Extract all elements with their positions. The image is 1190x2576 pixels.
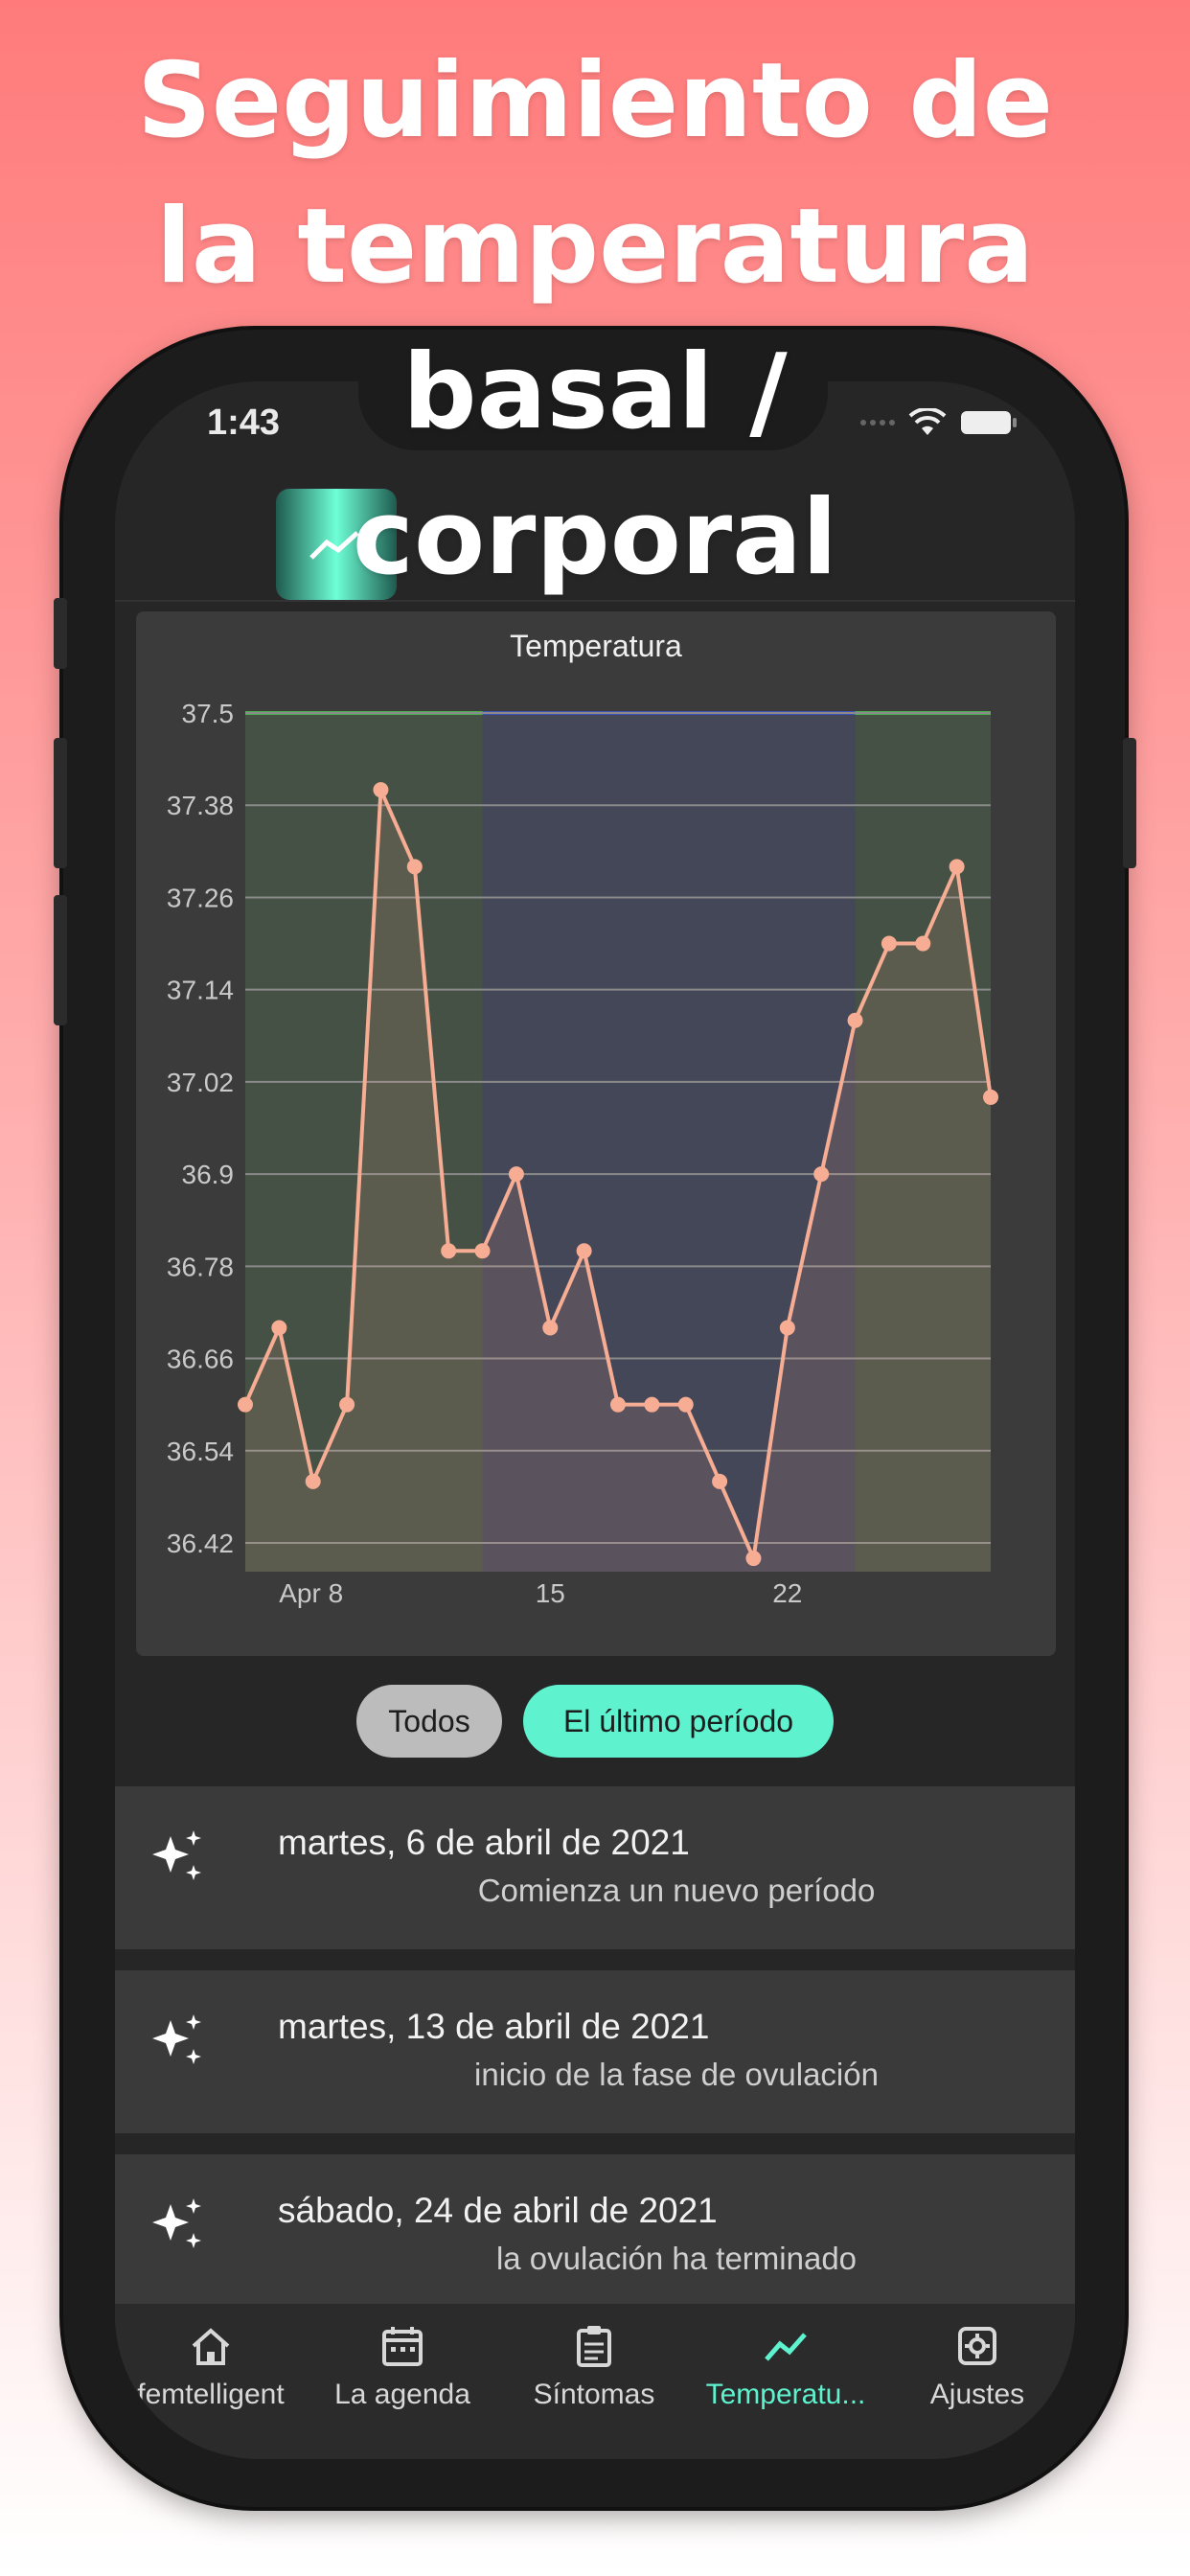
temperature-point	[373, 782, 389, 798]
temperature-point	[339, 1396, 355, 1413]
filter-last-period-button[interactable]: El último período	[523, 1685, 834, 1758]
temperature-point	[983, 1089, 998, 1105]
event-description: la ovulación ha terminado	[495, 2241, 858, 2276]
temperature-point	[542, 1320, 559, 1336]
list-item[interactable]: martes, 13 de abril de 2021 inicio de la…	[115, 1970, 1075, 2133]
temperature-point	[406, 859, 423, 875]
temperature-point	[712, 1473, 728, 1489]
event-description: inicio de la fase de ovulación	[474, 2057, 879, 2092]
phone-volume-up	[54, 738, 67, 868]
temperature-point	[576, 1243, 592, 1259]
temperature-point	[847, 1012, 863, 1028]
y-tick-label: 37.5	[182, 699, 235, 728]
y-tick-label: 37.26	[167, 883, 234, 912]
temperature-point	[915, 935, 931, 952]
nav-agenda[interactable]: La agenda	[307, 2323, 498, 2411]
temperature-point	[441, 1243, 457, 1259]
y-tick-label: 36.54	[167, 1437, 234, 1466]
phone-power-button	[1123, 738, 1136, 868]
nav-label: Temperatu...	[705, 2379, 866, 2410]
temperature-point	[305, 1473, 321, 1489]
app-screen: 1:43 Temperatura 37.5 37.38 37.26 37.14 37.0…	[115, 381, 1075, 2459]
temperature-point	[949, 859, 965, 875]
temperature-chart: 37.5 37.38 37.26 37.14 37.02 36.9 36.78 36.66 36…	[167, 699, 998, 1608]
bottom-navigation: femtelligent La agenda Síntomas Temperat…	[115, 2304, 1075, 2459]
gear-icon	[958, 2327, 996, 2365]
x-tick-label: Apr 8	[279, 1578, 343, 1608]
headline-line-1: Seguimiento de	[137, 41, 1053, 161]
event-description: Comienza un nuevo período	[477, 1873, 876, 1908]
temperature-point	[813, 1166, 830, 1183]
calendar-icon	[382, 2327, 423, 2366]
promo-headline: Seguimiento de la temperatura basal / co…	[0, 29, 1190, 611]
event-date: sábado, 24 de abril de 2021	[278, 2191, 718, 2230]
temperature-point	[610, 1396, 626, 1413]
headline-line-3: basal /	[402, 333, 788, 452]
nav-label: Ajustes	[929, 2379, 1025, 2410]
nav-label: femtelligent	[137, 2379, 285, 2410]
temperature-point	[677, 1396, 694, 1413]
phone-volume-down	[54, 895, 67, 1025]
nav-home[interactable]: femtelligent	[115, 2323, 307, 2411]
headline-line-4: corporal	[352, 478, 838, 598]
list-item[interactable]: martes, 6 de abril de 2021 Comienza un n…	[115, 1786, 1075, 1949]
temperature-point	[474, 1243, 491, 1259]
event-list: martes, 6 de abril de 2021 Comienza un n…	[115, 1786, 1075, 2338]
nav-label: La agenda	[334, 2379, 470, 2410]
temperature-point	[238, 1396, 253, 1413]
y-tick-label: 37.14	[167, 976, 234, 1005]
temperature-point	[271, 1320, 287, 1336]
x-tick-label: 15	[536, 1578, 565, 1608]
x-tick-label: 22	[772, 1578, 802, 1608]
event-date: martes, 6 de abril de 2021	[278, 1823, 690, 1862]
trend-icon	[765, 2333, 807, 2361]
y-tick-label: 37.38	[167, 791, 234, 820]
y-tick-label: 36.42	[167, 1529, 234, 1558]
event-date: martes, 13 de abril de 2021	[278, 2007, 710, 2046]
nav-settings[interactable]: Ajustes	[881, 2323, 1073, 2411]
y-tick-label: 36.9	[182, 1160, 235, 1189]
temperature-point	[745, 1551, 762, 1567]
period-filters: Todos El último período	[115, 1685, 1075, 1761]
temperature-point	[779, 1320, 795, 1336]
nav-symptoms[interactable]: Síntomas	[498, 2323, 690, 2411]
y-tick-label: 36.78	[167, 1252, 234, 1281]
temperature-point	[644, 1396, 660, 1413]
nav-label: Síntomas	[533, 2379, 655, 2410]
filter-all-button[interactable]: Todos	[356, 1685, 502, 1758]
temperature-point	[508, 1166, 524, 1183]
headline-line-2: la temperatura	[155, 187, 1035, 307]
nav-temperature[interactable]: Temperatu...	[690, 2323, 881, 2411]
y-tick-label: 36.66	[167, 1345, 234, 1374]
temperature-point	[881, 935, 897, 952]
home-icon	[192, 2328, 230, 2365]
temperature-chart-card: Temperatura 37.5 37.38 37.26 37.14 37.02 36.9…	[136, 611, 1056, 1656]
y-tick-label: 37.02	[167, 1068, 234, 1097]
clipboard-icon	[577, 2326, 611, 2367]
list-item[interactable]: sábado, 24 de abril de 2021 la ovulación…	[115, 2154, 1075, 2317]
